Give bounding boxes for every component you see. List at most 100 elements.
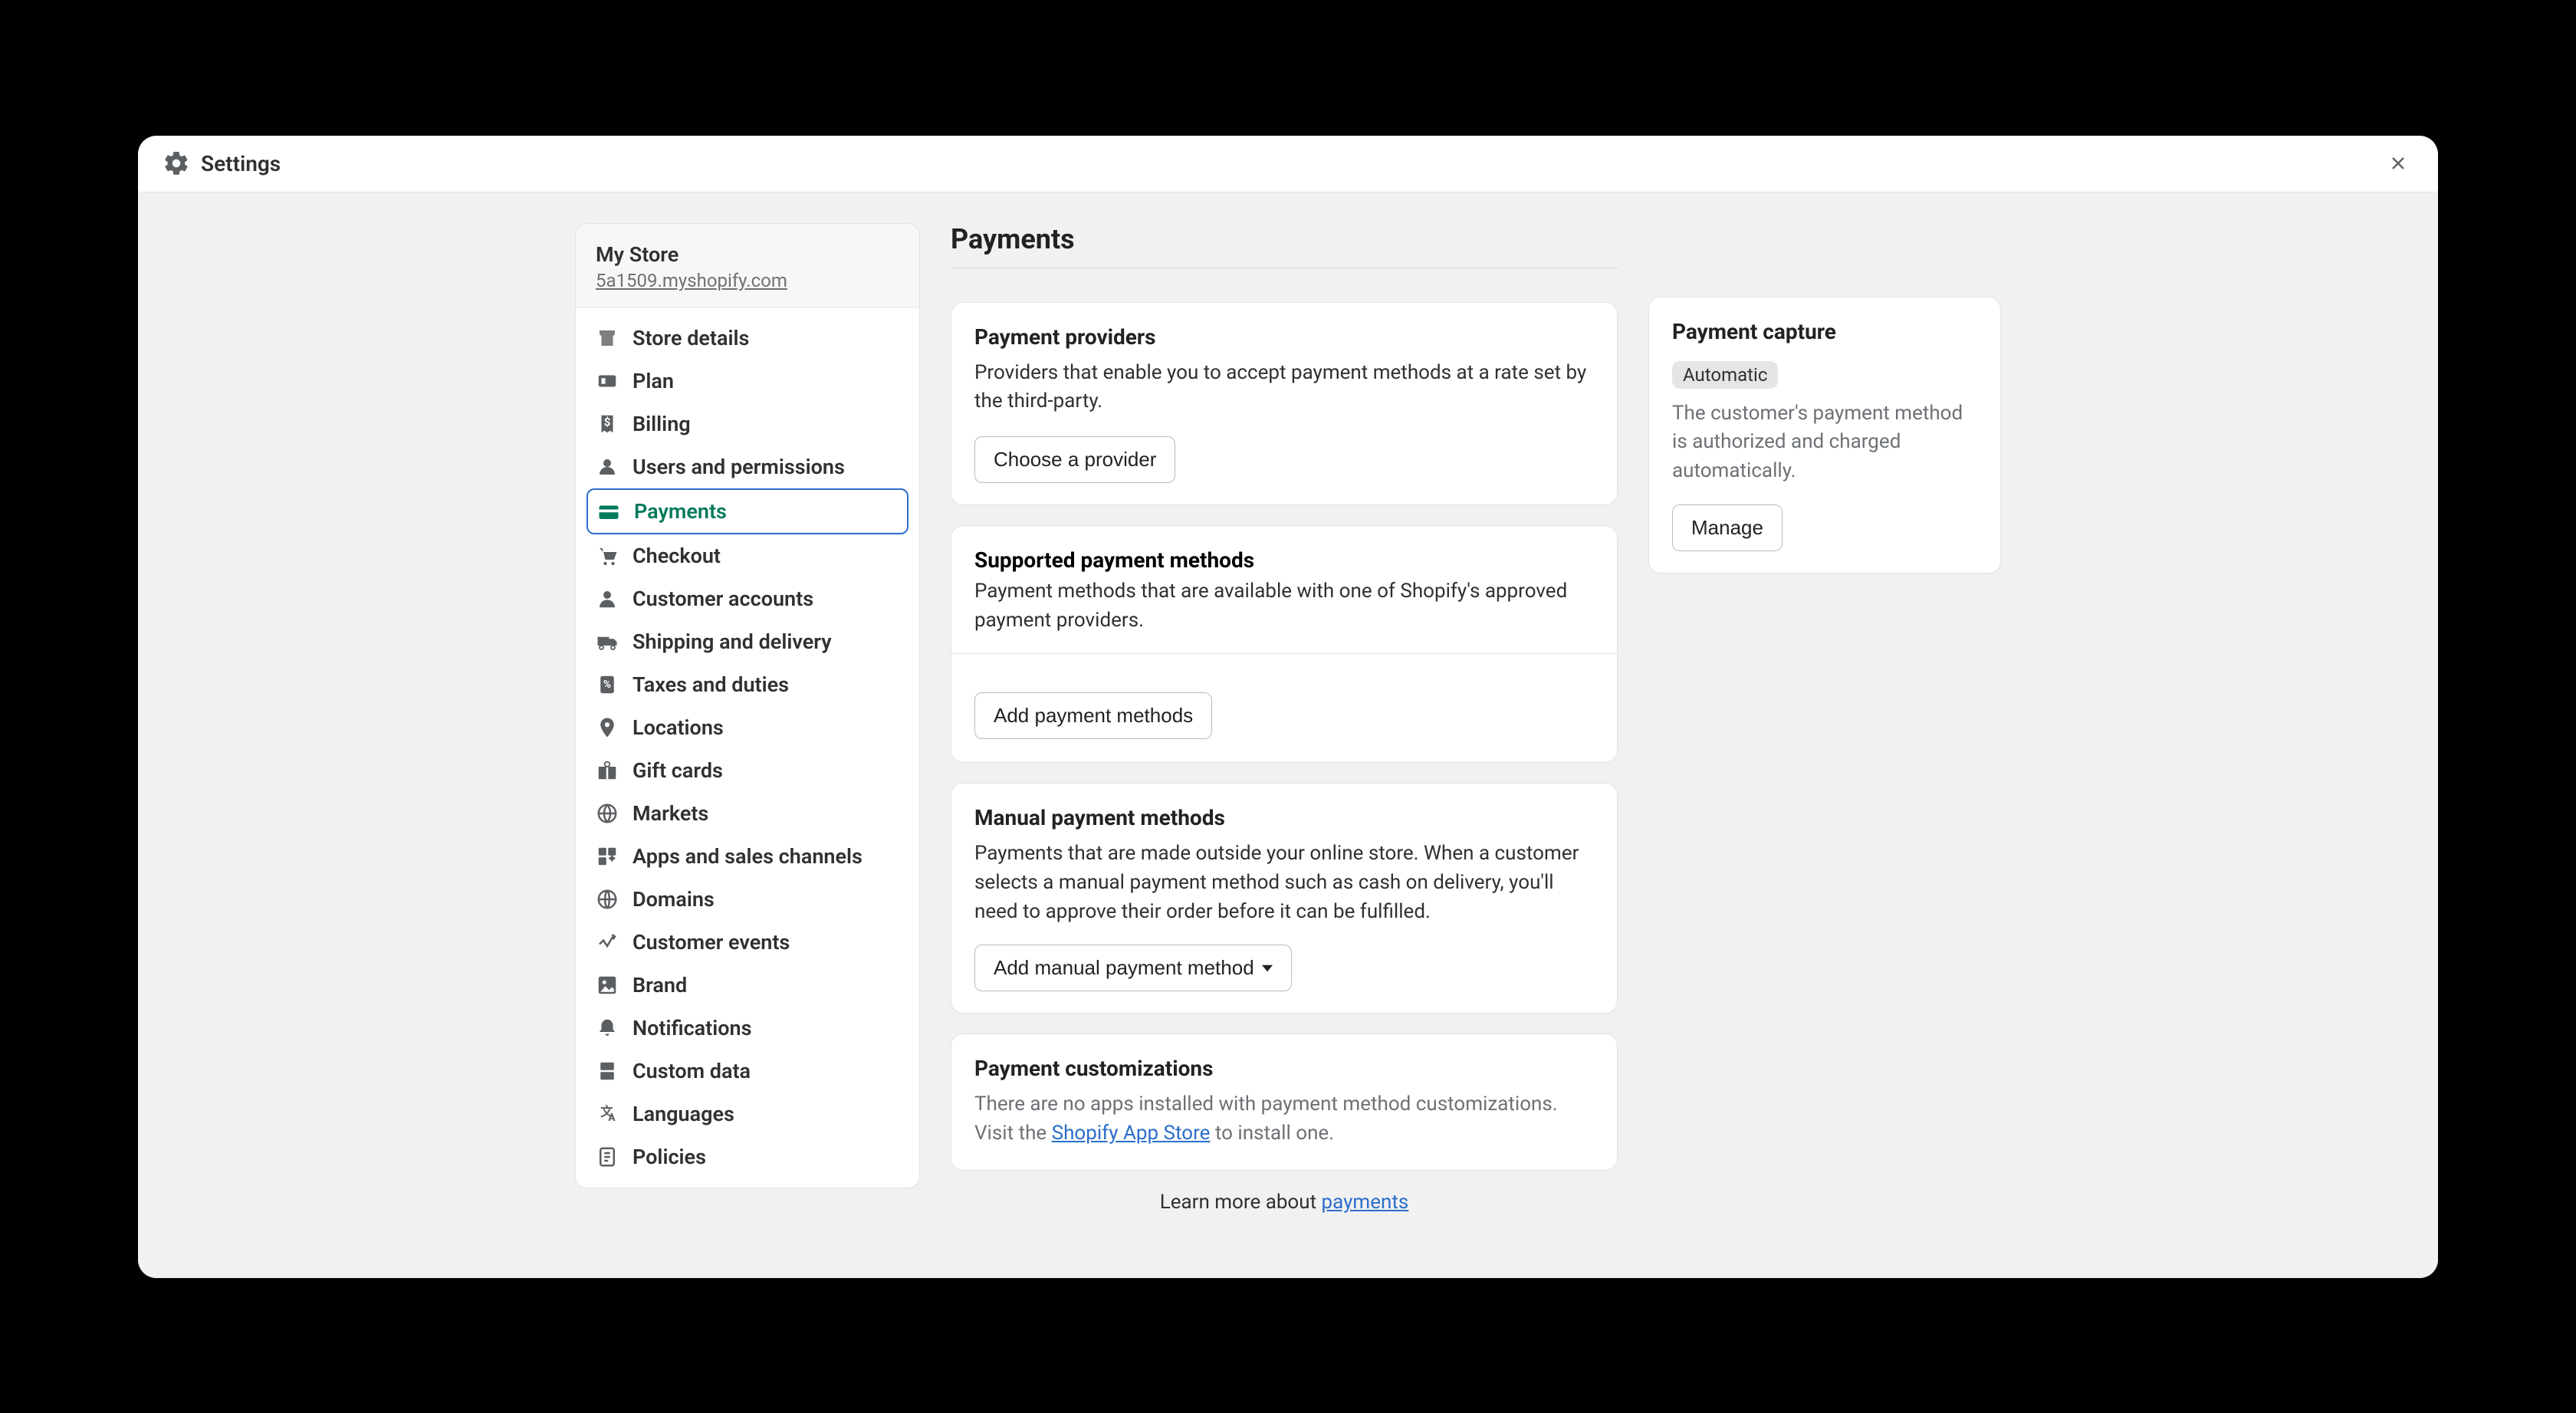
nav-shipping[interactable]: Shipping and delivery bbox=[586, 620, 909, 663]
taxes-icon: % bbox=[596, 673, 619, 696]
payments-help-link[interactable]: payments bbox=[1322, 1191, 1409, 1214]
nav-brand[interactable]: Brand bbox=[586, 964, 909, 1007]
bell-icon bbox=[596, 1017, 619, 1040]
person-icon bbox=[596, 587, 619, 610]
nav-label: Apps and sales channels bbox=[632, 844, 863, 869]
card-title: Supported payment methods bbox=[974, 547, 1594, 573]
checkout-icon bbox=[596, 544, 619, 567]
choose-provider-button[interactable]: Choose a provider bbox=[974, 436, 1175, 483]
settings-modal: Settings My Store 5a1509.myshopify.com S… bbox=[138, 136, 2438, 1278]
events-icon bbox=[596, 931, 619, 954]
nav-markets[interactable]: Markets bbox=[586, 792, 909, 835]
store-icon bbox=[596, 327, 619, 350]
card-title: Payment capture bbox=[1672, 319, 1977, 344]
manual-methods-card: Manual payment methods Payments that are… bbox=[951, 783, 1618, 1014]
billing-icon: $ bbox=[596, 412, 619, 435]
nav-label: Billing bbox=[632, 412, 691, 436]
nav-customer-events[interactable]: Customer events bbox=[586, 921, 909, 964]
supported-methods-card: Supported payment methods Payment method… bbox=[951, 525, 1618, 763]
add-manual-method-button[interactable]: Add manual payment method bbox=[974, 945, 1292, 991]
close-button[interactable] bbox=[2383, 148, 2413, 179]
manage-capture-button[interactable]: Manage bbox=[1672, 504, 1783, 551]
nav-domains[interactable]: Domains bbox=[586, 878, 909, 921]
nav-payments[interactable]: Payments bbox=[586, 488, 909, 534]
location-icon bbox=[596, 716, 619, 739]
store-url[interactable]: 5a1509.myshopify.com bbox=[596, 270, 899, 291]
svg-text:A: A bbox=[608, 1111, 616, 1123]
nav-locations[interactable]: Locations bbox=[586, 706, 909, 749]
card-description: Payment methods that are available with … bbox=[974, 577, 1594, 635]
custom-data-icon bbox=[596, 1060, 619, 1083]
aside-content: Payment capture Automatic The customer's… bbox=[1648, 223, 2001, 593]
brand-icon bbox=[596, 974, 619, 997]
nav-label: Users and permissions bbox=[632, 455, 845, 479]
nav-label: Custom data bbox=[632, 1059, 751, 1083]
nav-policies[interactable]: Policies bbox=[586, 1135, 909, 1178]
languages-icon: 文A bbox=[596, 1102, 619, 1125]
payment-customizations-card: Payment customizations There are no apps… bbox=[951, 1033, 1618, 1170]
nav-languages[interactable]: 文ALanguages bbox=[586, 1093, 909, 1135]
plan-icon bbox=[596, 370, 619, 393]
nav-store-details[interactable]: Store details bbox=[586, 317, 909, 360]
nav-billing[interactable]: $ Billing bbox=[586, 403, 909, 445]
card-description: The customer's payment method is authori… bbox=[1672, 399, 1977, 486]
automatic-badge: Automatic bbox=[1672, 361, 1778, 389]
svg-text:%: % bbox=[603, 678, 611, 690]
users-icon bbox=[596, 455, 619, 478]
apps-icon bbox=[596, 845, 619, 868]
nav-apps[interactable]: Apps and sales channels bbox=[586, 835, 909, 878]
nav-label: Gift cards bbox=[632, 758, 723, 783]
modal-body: My Store 5a1509.myshopify.com Store deta… bbox=[138, 192, 2438, 1278]
card-description: There are no apps installed with payment… bbox=[974, 1090, 1594, 1148]
nav-label: Checkout bbox=[632, 544, 721, 568]
learn-more-footer: Learn more about payments bbox=[951, 1191, 1618, 1214]
nav-customer-accounts[interactable]: Customer accounts bbox=[586, 577, 909, 620]
nav-label: Customer events bbox=[632, 930, 790, 955]
nav-notifications[interactable]: Notifications bbox=[586, 1007, 909, 1050]
nav-custom-data[interactable]: Custom data bbox=[586, 1050, 909, 1093]
modal-title: Settings bbox=[201, 151, 281, 176]
nav-label: Customer accounts bbox=[632, 587, 813, 611]
page-title: Payments bbox=[951, 223, 1618, 255]
nav-label: Notifications bbox=[632, 1016, 752, 1040]
card-title: Payment customizations bbox=[974, 1056, 1594, 1081]
add-payment-methods-button[interactable]: Add payment methods bbox=[974, 692, 1212, 739]
nav-label: Markets bbox=[632, 801, 708, 826]
nav-label: Plan bbox=[632, 369, 674, 393]
policies-icon bbox=[596, 1145, 619, 1168]
settings-sidebar: My Store 5a1509.myshopify.com Store deta… bbox=[575, 223, 920, 1188]
globe-icon bbox=[596, 802, 619, 825]
sidebar-nav: Store details Plan $ Billing Users and pe… bbox=[576, 307, 919, 1188]
store-name: My Store bbox=[596, 242, 899, 267]
nav-gift-cards[interactable]: Gift cards bbox=[586, 749, 909, 792]
payment-providers-card: Payment providers Providers that enable … bbox=[951, 302, 1618, 505]
nav-label: Locations bbox=[632, 715, 724, 740]
nav-label: Payments bbox=[634, 499, 727, 524]
card-title: Payment providers bbox=[974, 324, 1594, 350]
nav-label: Domains bbox=[632, 887, 715, 912]
nav-plan[interactable]: Plan bbox=[586, 360, 909, 403]
card-description: Providers that enable you to accept paym… bbox=[974, 359, 1594, 416]
gear-icon bbox=[163, 150, 190, 177]
nav-label: Brand bbox=[632, 973, 687, 997]
card-title: Manual payment methods bbox=[974, 805, 1594, 830]
nav-label: Taxes and duties bbox=[632, 672, 789, 697]
store-info: My Store 5a1509.myshopify.com bbox=[576, 224, 919, 307]
main-content: Payments Payment providers Providers tha… bbox=[951, 223, 1618, 1214]
close-icon bbox=[2387, 153, 2409, 174]
nav-users[interactable]: Users and permissions bbox=[586, 445, 909, 488]
nav-label: Store details bbox=[632, 326, 749, 350]
nav-checkout[interactable]: Checkout bbox=[586, 534, 909, 577]
nav-taxes[interactable]: % Taxes and duties bbox=[586, 663, 909, 706]
payment-capture-card: Payment capture Automatic The customer's… bbox=[1648, 297, 2001, 573]
shopify-app-store-link[interactable]: Shopify App Store bbox=[1052, 1122, 1211, 1145]
payments-icon bbox=[597, 500, 620, 523]
gift-icon bbox=[596, 759, 619, 782]
svg-text:$: $ bbox=[604, 415, 611, 429]
caret-down-icon bbox=[1262, 963, 1273, 974]
nav-label: Shipping and delivery bbox=[632, 629, 832, 654]
truck-icon bbox=[596, 630, 619, 653]
nav-label: Policies bbox=[632, 1145, 706, 1169]
card-description: Payments that are made outside your onli… bbox=[974, 840, 1594, 926]
modal-header: Settings bbox=[138, 136, 2438, 192]
